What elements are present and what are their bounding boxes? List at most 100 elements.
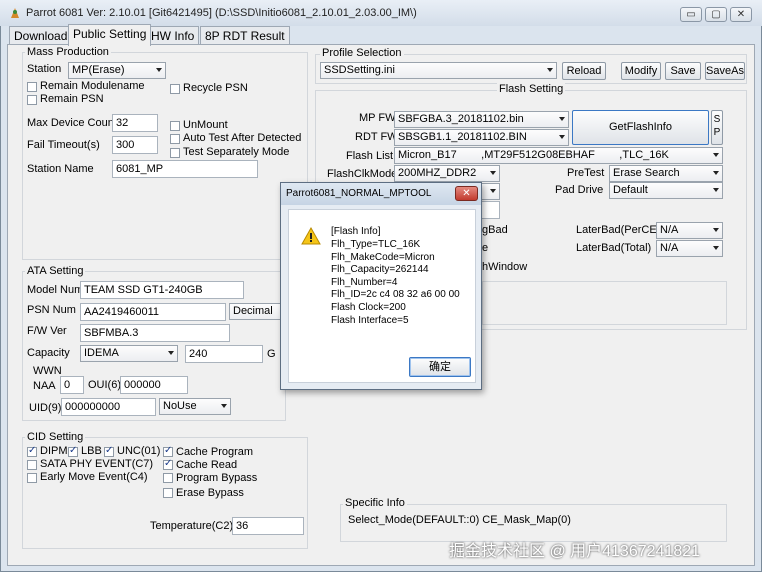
station-select[interactable]: MP(Erase) <box>68 62 166 79</box>
uid-input[interactable]: 000000000 <box>61 398 156 416</box>
rdt-fw-select[interactable]: SBSGB1.1_20181102.BIN <box>394 129 569 146</box>
ok-button[interactable]: 确定 <box>409 357 471 377</box>
tab-download[interactable]: Download <box>9 26 73 45</box>
station-name-input[interactable]: 6081_MP <box>112 160 258 178</box>
recycle-psn-label: Recycle PSN <box>183 82 248 94</box>
temperature-label: Temperature(C2) <box>150 520 234 532</box>
laterbad-perce-value: N/A <box>660 224 679 236</box>
saveas-button[interactable]: SaveAs <box>705 62 745 80</box>
temperature-input[interactable]: 36 <box>232 517 304 535</box>
chevron-down-icon <box>168 351 174 355</box>
fail-timeout-label: Fail Timeout(s) <box>27 139 100 151</box>
rdt-fw-label: RDT FW <box>355 131 398 143</box>
remain-modulename-checkbox[interactable] <box>27 82 37 92</box>
dialog-line: Flh_Number=4 <box>331 277 398 288</box>
pretest-select[interactable]: Erase Search <box>609 165 723 182</box>
pad-drive-label: Pad Drive <box>555 184 604 196</box>
flash-list-label: Flash List <box>346 150 394 162</box>
sata-phy-event-checkbox[interactable] <box>27 460 37 470</box>
dialog-title-bar: Parrot6081_NORMAL_MPTOOL ✕ <box>281 183 481 205</box>
dipm-checkbox[interactable] <box>27 445 37 457</box>
capacity-input[interactable]: 240 <box>185 345 263 363</box>
psn-format-select[interactable]: Decimal <box>229 303 283 320</box>
specific-info-label: Specific Info <box>343 497 407 509</box>
model-num-label: Model Num <box>27 284 84 296</box>
oui-input[interactable]: 000000 <box>120 376 188 394</box>
save-button[interactable]: Save <box>665 62 701 80</box>
erase-bypass-checkbox[interactable] <box>163 488 173 498</box>
lbb-label: LBB <box>81 445 102 457</box>
dialog-line: Flh_ID=2c c4 08 32 a6 00 00 <box>331 289 460 300</box>
tab-hw-info[interactable]: HW Info <box>146 26 200 45</box>
pad-drive-select[interactable]: Default <box>609 182 723 199</box>
dialog-line: Flash Clock=200 <box>331 302 406 313</box>
chevron-down-icon <box>547 68 553 72</box>
sp-button-p: P <box>713 127 721 138</box>
unmount-checkbox[interactable] <box>170 121 180 131</box>
laterbad-perce-select[interactable]: N/A <box>656 222 723 239</box>
flash-list-select[interactable]: Micron_B17 ,MT29F512G08EBHAF ,TLC_16K <box>394 147 723 164</box>
profile-selection-label: Profile Selection <box>320 47 404 59</box>
mass-production-label: Mass Production <box>25 46 111 58</box>
chevron-down-icon <box>713 171 719 175</box>
reload-button[interactable]: Reload <box>562 62 606 80</box>
program-bypass-label: Program Bypass <box>176 472 258 484</box>
station-label: Station <box>27 63 62 75</box>
capacity-label: Capacity <box>27 347 70 359</box>
station-name-label: Station Name <box>27 163 94 175</box>
unmount-label: UnMount <box>183 119 228 131</box>
chevron-down-icon <box>713 188 719 192</box>
max-device-count-input[interactable]: 32 <box>112 114 158 132</box>
flash-clk-mode-select[interactable]: 200MHZ_DDR2 <box>394 165 500 182</box>
dialog-close-button[interactable]: ✕ <box>455 186 478 201</box>
cache-read-checkbox[interactable] <box>163 458 173 470</box>
cid-setting-label: CID Setting <box>25 431 86 443</box>
uid-label: UID(9) <box>29 402 62 414</box>
get-flash-info-button[interactable]: GetFlashInfo <box>572 110 709 145</box>
sp-button[interactable]: SP <box>711 110 723 145</box>
remain-psn-checkbox[interactable] <box>27 95 37 105</box>
fw-ver-input[interactable]: SBFMBA.3 <box>80 324 230 342</box>
tab-public-setting[interactable]: Public Setting <box>68 24 152 46</box>
naa-input[interactable]: 0 <box>60 376 84 394</box>
model-num-input[interactable]: TEAM SSD GT1-240GB <box>80 281 244 299</box>
capacity-mode-select[interactable]: IDEMA <box>80 345 178 362</box>
auto-test-checkbox[interactable] <box>170 134 180 144</box>
mp-fw-value: SBFGBA.3_20181102.bin <box>398 113 524 125</box>
unc-checkbox[interactable] <box>104 445 114 457</box>
gbad-partial-label: gBad <box>482 224 508 236</box>
psn-num-label: PSN Num <box>27 304 76 316</box>
program-bypass-checkbox[interactable] <box>163 473 173 483</box>
fail-timeout-input[interactable]: 300 <box>112 136 158 154</box>
laterbad-total-select[interactable]: N/A <box>656 240 723 257</box>
sata-phy-event-label: SATA PHY EVENT(C7) <box>40 458 154 470</box>
modify-button[interactable]: Modify <box>621 62 661 80</box>
tab-8p-rdt-result[interactable]: 8P RDT Result <box>200 26 290 45</box>
early-move-event-checkbox[interactable] <box>27 473 37 483</box>
sp-button-s: S <box>713 114 721 125</box>
lbb-checkbox[interactable] <box>68 445 78 457</box>
max-device-count-label: Max Device Count <box>27 117 117 129</box>
dialog-line: Flh_MakeCode=Micron <box>331 252 435 263</box>
profile-file-select[interactable]: SSDSetting.ini <box>320 62 557 79</box>
dialog-line: [Flash Info] <box>331 226 381 237</box>
e-partial-label: e <box>482 242 489 254</box>
flash-clk-mode-value: 200MHZ_DDR2 <box>398 167 477 179</box>
test-separately-checkbox[interactable] <box>170 148 180 158</box>
mp-fw-select[interactable]: SBFGBA.3_20181102.bin <box>394 111 569 128</box>
flash-info-dialog: Parrot6081_NORMAL_MPTOOL ✕ [Flash Info] … <box>280 182 482 390</box>
cache-program-checkbox[interactable] <box>163 445 173 457</box>
psn-num-input[interactable]: AA2419460011 <box>80 303 226 321</box>
uid-mode-select[interactable]: NoUse <box>159 398 231 415</box>
chevron-down-icon <box>559 117 565 121</box>
maximize-button[interactable]: ▢ <box>705 7 727 22</box>
recycle-psn-checkbox[interactable] <box>170 84 180 94</box>
profile-file-value: SSDSetting.ini <box>324 64 395 76</box>
flash-setting-label: Flash Setting <box>497 83 566 95</box>
pad-drive-value: Default <box>613 184 648 196</box>
chevron-down-icon <box>490 189 496 193</box>
close-icon: ✕ <box>736 9 746 20</box>
minimize-button[interactable]: ▭ <box>680 7 702 22</box>
rdt-fw-value: SBSGB1.1_20181102.BIN <box>398 131 527 143</box>
close-button[interactable]: ✕ <box>730 7 752 22</box>
